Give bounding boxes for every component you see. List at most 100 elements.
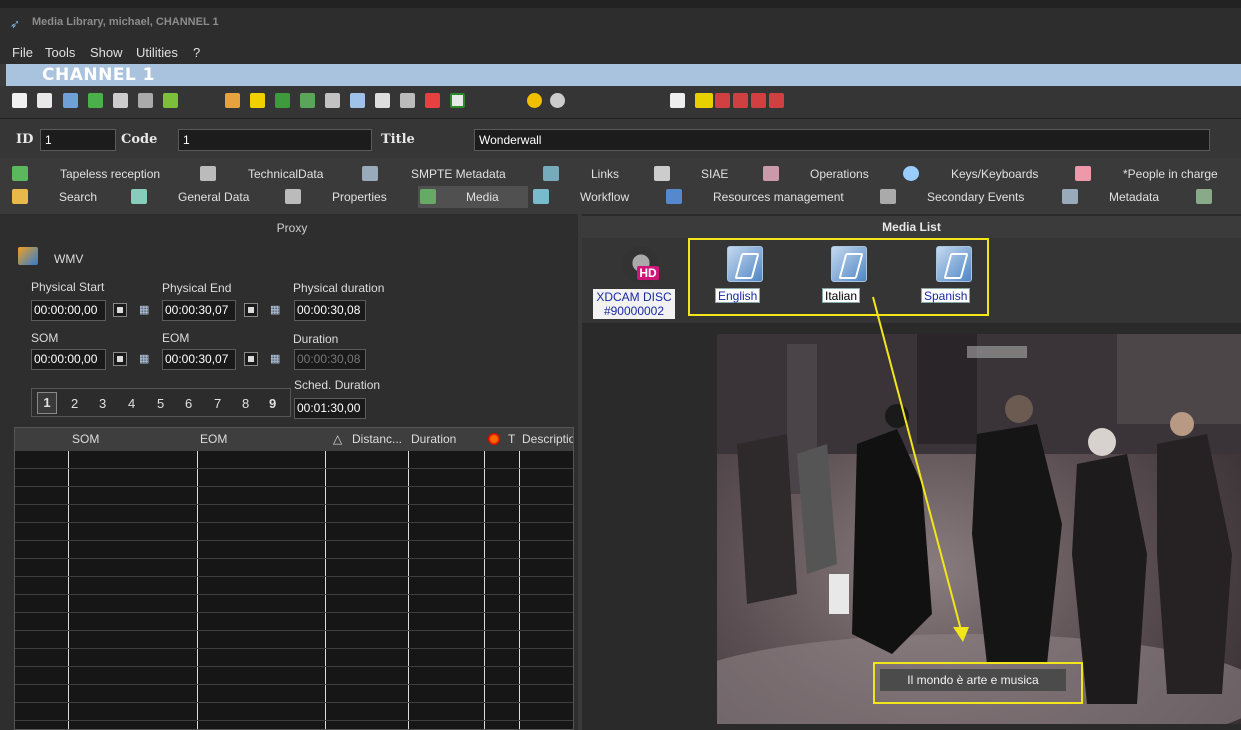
menu-utilities[interactable]: Utilities (136, 45, 178, 60)
tools-icon[interactable] (163, 93, 178, 108)
tab-smpte-metadata[interactable]: SMPTE Metadata (362, 163, 522, 185)
tag3-icon[interactable] (751, 93, 766, 108)
column-type[interactable]: T (508, 432, 515, 446)
tab-people-in-charge[interactable]: *People in charge (1075, 163, 1241, 185)
segments-table[interactable]: SOM EOM △ Distanc... Duration T Descript… (14, 427, 574, 730)
schedule-icon[interactable] (225, 93, 240, 108)
table-row[interactable] (15, 612, 573, 613)
page-5[interactable]: 5 (157, 396, 164, 411)
grid-icon[interactable] (275, 93, 290, 108)
tag2-icon[interactable] (733, 93, 748, 108)
table-row[interactable] (15, 630, 573, 631)
cd-icon[interactable] (550, 93, 565, 108)
checkbox-icon[interactable] (450, 93, 465, 108)
set-physical-start-button[interactable] (113, 303, 127, 317)
tab-tapeless-reception[interactable]: Tapeless reception (12, 163, 172, 185)
page-4[interactable]: 4 (128, 396, 135, 411)
title-bar: ➶ Media Library, michael, CHANNEL 1 (0, 0, 1241, 44)
menu-tools[interactable]: Tools (45, 45, 75, 60)
table-row[interactable] (15, 468, 573, 469)
column-som[interactable]: SOM (72, 432, 99, 446)
undo-icon[interactable] (63, 93, 78, 108)
column-eom[interactable]: EOM (200, 432, 227, 446)
refresh-icon[interactable] (88, 93, 103, 108)
copy-icon[interactable] (113, 93, 128, 108)
tree-icon[interactable] (350, 93, 365, 108)
table-row[interactable] (15, 558, 573, 559)
set-physical-end-button[interactable] (244, 303, 258, 317)
tab-resources-management[interactable]: Resources management (666, 186, 866, 208)
bars-icon[interactable] (250, 93, 265, 108)
ticket-icon[interactable] (695, 93, 713, 108)
disc-name: XDCAM DISC (596, 290, 672, 304)
menu-help[interactable]: ? (193, 45, 200, 60)
physical-start-field[interactable]: 00:00:00,00 (31, 300, 106, 321)
calendar-icon[interactable] (425, 93, 440, 108)
page-9[interactable]: 9 (269, 396, 276, 411)
eom-field[interactable]: 00:00:30,07 (162, 349, 236, 370)
document-icon[interactable] (375, 93, 390, 108)
tab-operations[interactable]: Operations (763, 163, 883, 185)
page-8[interactable]: 8 (242, 396, 249, 411)
tab-workflow[interactable]: Workflow (533, 186, 653, 208)
tag1-icon[interactable] (715, 93, 730, 108)
tab-technical-data[interactable]: TechnicalData (200, 163, 340, 185)
som-field[interactable]: 00:00:00,00 (31, 349, 106, 370)
menu-file[interactable]: File (12, 45, 33, 60)
pagination: 1 2 3 4 5 6 7 8 9 (31, 388, 291, 417)
clipboard-icon[interactable]: ▦ (139, 303, 155, 317)
xdcam-disc-label[interactable]: XDCAM DISC #90000002 (593, 289, 675, 319)
table-row[interactable] (15, 666, 573, 667)
menu-show[interactable]: Show (90, 45, 123, 60)
column-description[interactable]: Descriptio (522, 432, 573, 446)
tab-keys-keyboards[interactable]: Keys/Keyboards (903, 163, 1053, 185)
export-icon[interactable] (300, 93, 315, 108)
clipboard-icon[interactable]: ▦ (270, 352, 286, 366)
tab-metadata[interactable]: Metadata (1062, 186, 1162, 208)
clipboard-icon[interactable]: ▦ (139, 352, 155, 366)
physical-duration-field[interactable]: 00:00:30,08 (294, 300, 366, 321)
tab-links[interactable]: Links (543, 163, 633, 185)
id-field[interactable]: 1 (40, 129, 116, 151)
clipboard-icon[interactable]: ▦ (270, 303, 286, 317)
set-eom-button[interactable] (244, 352, 258, 366)
table-row[interactable] (15, 486, 573, 487)
tab-siae[interactable]: SIAE (654, 163, 734, 185)
fx-icon[interactable] (670, 93, 685, 108)
page-2[interactable]: 2 (71, 396, 78, 411)
column-distance[interactable]: Distanc... (352, 432, 402, 446)
table-row[interactable] (15, 684, 573, 685)
tab-search[interactable]: Search (12, 186, 112, 208)
title-field[interactable]: Wonderwall (474, 129, 1210, 151)
set-som-button[interactable] (113, 352, 127, 366)
tag4-icon[interactable] (769, 93, 784, 108)
new-icon[interactable] (12, 93, 27, 108)
tab-secondary-events[interactable]: Secondary Events (880, 186, 1050, 208)
table-row[interactable] (15, 594, 573, 595)
tab-properties[interactable]: Properties (285, 186, 405, 208)
table-row[interactable] (15, 702, 573, 703)
page-1[interactable]: 1 (37, 392, 57, 414)
sched-duration-field[interactable]: 00:01:30,00 (294, 398, 366, 419)
table-row[interactable] (15, 540, 573, 541)
report-icon[interactable] (400, 93, 415, 108)
table-row[interactable] (15, 576, 573, 577)
column-duration[interactable]: Duration (411, 432, 456, 446)
users-icon[interactable] (138, 93, 153, 108)
binoculars-icon[interactable] (325, 93, 340, 108)
table-row[interactable] (15, 522, 573, 523)
save-icon[interactable] (37, 93, 52, 108)
disc-icon[interactable] (527, 93, 542, 108)
page-6[interactable]: 6 (185, 396, 192, 411)
tab-media[interactable]: Media (418, 186, 528, 208)
tab-general-data[interactable]: General Data (131, 186, 271, 208)
code-field[interactable]: 1 (178, 129, 372, 151)
table-row[interactable] (15, 720, 573, 721)
tab-more[interactable] (1196, 186, 1226, 208)
physical-end-field[interactable]: 00:00:30,07 (162, 300, 236, 321)
media-icon (420, 189, 436, 204)
page-7[interactable]: 7 (214, 396, 221, 411)
page-3[interactable]: 3 (99, 396, 106, 411)
table-row[interactable] (15, 648, 573, 649)
table-row[interactable] (15, 504, 573, 505)
